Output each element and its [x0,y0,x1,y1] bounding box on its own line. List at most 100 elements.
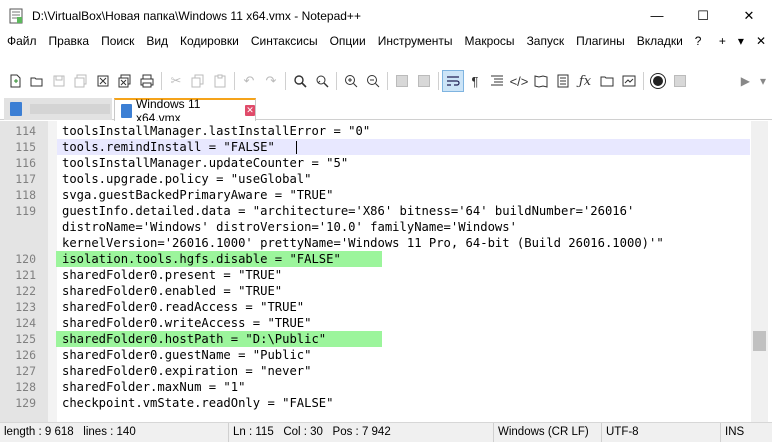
line-number: 120 [15,252,36,266]
line-number: 122 [15,284,36,298]
cut-icon[interactable]: ✂ [165,70,187,92]
menu-language[interactable]: Синтаксисы [245,34,324,48]
code-line[interactable]: 121 sharedFolder0.present = "TRUE" [0,267,750,283]
code-line[interactable]: 117 tools.upgrade.policy = "useGlobal" [0,171,750,187]
replace-icon[interactable] [311,70,333,92]
menu-tools[interactable]: Инструменты [372,34,459,48]
menu-search[interactable]: Поиск [95,34,140,48]
document-map-icon[interactable] [530,70,552,92]
code-line-current[interactable]: 115 tools.remindInstall = "FALSE" [0,139,750,155]
code-line[interactable]: 128 sharedFolder.maxNum = "1" [0,379,750,395]
menu-plugins[interactable]: Плагины [570,34,631,48]
line-number: 114 [15,124,36,138]
menu-file[interactable]: Файл [0,34,43,48]
new-tab-plus-icon[interactable]: + [713,34,732,48]
zoom-in-icon[interactable] [340,70,362,92]
indent-guide-icon[interactable] [486,70,508,92]
new-file-icon[interactable] [4,70,26,92]
open-file-icon[interactable] [26,70,48,92]
code-line[interactable]: 123 sharedFolder0.readAccess = "TRUE" [0,299,750,315]
zoom-out-icon[interactable] [362,70,384,92]
menu-window[interactable]: Вкладки [631,34,689,48]
status-encoding[interactable]: UTF-8 [601,423,720,442]
toolbar-overflow-down-icon[interactable]: ▾ [760,74,766,88]
tab-close-icon[interactable]: ✕ [244,105,255,116]
code-line[interactable]: 127 sharedFolder0.expiration = "never" [0,363,750,379]
menu-edit[interactable]: Правка [43,34,96,48]
code-line[interactable]: 124 sharedFolder0.writeAccess = "TRUE" [0,315,750,331]
line-text: sharedFolder0.guestName = "Public" [62,348,312,362]
print-icon[interactable] [136,70,158,92]
close-doc-icon[interactable]: ✕ [750,34,772,48]
sync-horizontal-icon[interactable] [413,70,435,92]
code-line[interactable]: 114 toolsInstallManager.lastInstallError … [0,123,750,139]
redo-icon[interactable]: ↷ [260,70,282,92]
sync-vertical-icon[interactable] [391,70,413,92]
code-line[interactable]: 126 sharedFolder0.guestName = "Public" [0,347,750,363]
stop-record-icon[interactable] [669,70,691,92]
copy-icon[interactable] [187,70,209,92]
menu-settings[interactable]: Опции [324,34,372,48]
tab-list-down-icon[interactable]: ▾ [732,34,750,48]
notepadpp-app-icon [9,8,23,23]
undo-icon[interactable]: ↶ [238,70,260,92]
blurred-tab-label [30,104,110,114]
code-line-highlighted[interactable]: 125 sharedFolder0.hostPath = "D:\Public" [0,331,750,347]
close-file-icon[interactable] [92,70,114,92]
scrollbar-thumb[interactable] [753,331,766,351]
document-icon [10,102,22,116]
record-macro-icon[interactable] [647,70,669,92]
status-insert-mode[interactable]: INS [720,423,772,442]
show-all-chars-icon[interactable]: ¶ [464,70,486,92]
menu-encoding[interactable]: Кодировки [174,34,245,48]
vertical-scrollbar[interactable] [751,121,768,422]
close-all-icon[interactable] [114,70,136,92]
code-line-wrapped[interactable]: distroName='Windows' distroVersion='10.0… [0,219,750,235]
editor-area[interactable]: 114 toolsInstallManager.lastInstallError … [0,121,772,422]
line-text: sharedFolder0.hostPath = "D:\Public" [62,332,327,346]
line-number: 117 [15,172,36,186]
play-macro-arrow-icon[interactable]: ▶ [741,74,750,88]
menu-macro[interactable]: Макросы [459,34,521,48]
function-list-icon[interactable]: ƒx [574,70,596,92]
code-line-highlighted[interactable]: 120 isolation.tools.hgfs.disable = "FALSE… [0,251,750,267]
close-window-button[interactable]: ✕ [726,0,772,31]
tab-active-document[interactable]: Windows 11 x64.vmx ✕ [114,97,256,125]
line-text: sharedFolder.maxNum = "1" [62,380,246,394]
maximize-button[interactable]: ☐ [680,0,726,31]
line-text: sharedFolder0.present = "TRUE" [62,268,283,282]
status-eol[interactable]: Windows (CR LF) [493,423,601,442]
word-wrap-icon[interactable] [442,70,464,92]
line-text: sharedFolder0.readAccess = "TRUE" [62,300,305,314]
menu-help[interactable]: ? [689,34,708,48]
code-line[interactable]: 122 sharedFolder0.enabled = "TRUE" [0,283,750,299]
code-line[interactable]: 129 checkpoint.vmState.readOnly = "FALSE" [0,395,750,411]
code-line[interactable]: 119 guestInfo.detailed.data = "architectu… [0,203,750,219]
code-line-wrapped[interactable]: kernelVersion='26016.1000' prettyName='W… [0,235,750,251]
save-all-icon[interactable] [70,70,92,92]
document-icon [121,103,132,118]
folder-workspace-icon[interactable] [596,70,618,92]
title-bar: D:\VirtualBox\Новая папка\Windows 11 x64… [0,0,772,31]
paste-icon[interactable] [209,70,231,92]
menu-run[interactable]: Запуск [521,34,571,48]
code-lines: 114 toolsInstallManager.lastInstallError … [0,123,750,411]
line-number: 125 [15,332,36,346]
menu-view[interactable]: Вид [140,34,174,48]
line-text: kernelVersion='26016.1000' prettyName='W… [62,236,664,250]
monitoring-icon[interactable] [618,70,640,92]
line-number: 118 [15,188,36,202]
line-number: 115 [15,140,36,154]
code-line[interactable]: 116 toolsInstallManager.updateCounter = "… [0,155,750,171]
document-list-icon[interactable] [552,70,574,92]
tab-inactive-document[interactable] [4,98,112,120]
line-text: svga.guestBackedPrimaryAware = "TRUE" [62,188,334,202]
status-col: Col : 30 [283,426,323,438]
line-text: sharedFolder0.expiration = "never" [62,364,312,378]
status-length: length : 9 618 [4,426,74,438]
minimize-button[interactable]: — [634,0,680,31]
code-line[interactable]: 118 svga.guestBackedPrimaryAware = "TRUE" [0,187,750,203]
save-icon[interactable] [48,70,70,92]
find-icon[interactable] [289,70,311,92]
xml-tag-icon[interactable]: </> [508,70,530,92]
